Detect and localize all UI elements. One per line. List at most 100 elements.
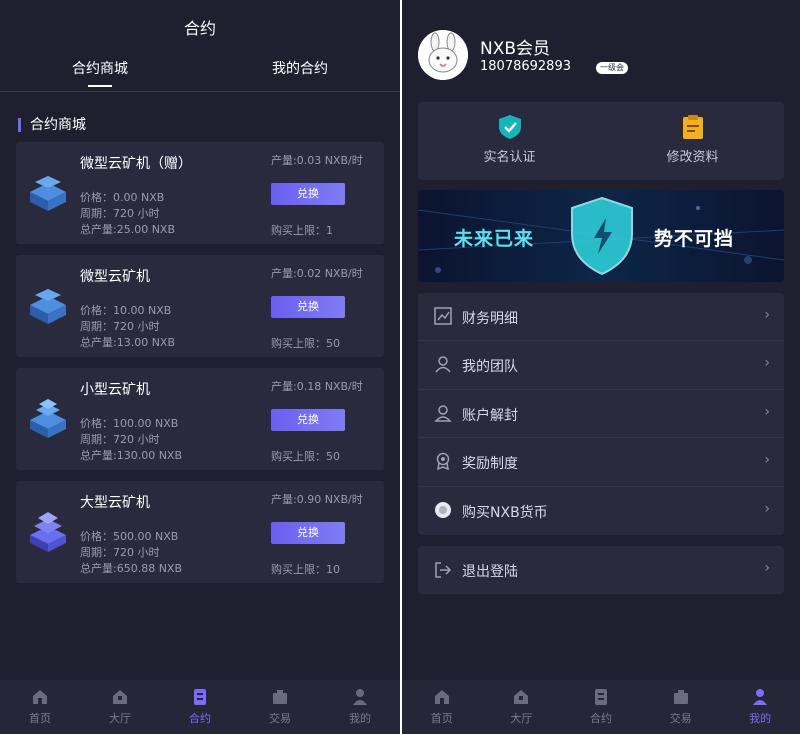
user-icon: [353, 689, 367, 705]
tab-my-contracts[interactable]: 我的合约: [200, 58, 400, 91]
chevron-right-icon: ›: [764, 500, 770, 517]
menu-item-team[interactable]: 我的团队 ›: [418, 341, 784, 390]
menu-label: 奖励制度: [462, 456, 518, 473]
contract-icon: [194, 689, 206, 705]
nav-label: 交易: [669, 712, 692, 725]
nav-hall[interactable]: 大厅: [80, 680, 160, 734]
logout-icon: [435, 562, 452, 578]
chevron-right-icon: ›: [764, 403, 770, 420]
quick-label: 实名认证: [483, 150, 536, 165]
miner-icon: [30, 399, 66, 438]
nav-hall[interactable]: 大厅: [482, 680, 562, 734]
contract-name: 微型云矿机（赠）: [80, 156, 192, 172]
settings-menu: 财务明细 › 我的团队 › 账户解封 › 奖励制度 › 购买NXB货币 ›: [418, 293, 784, 535]
trade-icon: [673, 690, 688, 704]
chevron-right-icon: ›: [764, 560, 770, 576]
tab-contract-mall[interactable]: 合约商城: [0, 58, 200, 91]
contract-output: 产量:0.03 NXB/时: [271, 154, 363, 167]
contract-price: 价格：500.00 NXB: [80, 530, 179, 543]
exchange-button[interactable]: 兑换: [271, 409, 345, 431]
edit-profile-button[interactable]: 修改资料: [601, 102, 784, 180]
miner-icon: [30, 176, 66, 211]
menu-item-rewards[interactable]: 奖励制度 ›: [418, 438, 784, 487]
contract-output: 产量:0.18 NXB/时: [271, 380, 363, 393]
contract-price: 价格：10.00 NXB: [80, 304, 172, 317]
trade-icon: [273, 690, 287, 704]
contract-name: 微型云矿机: [80, 269, 150, 285]
exchange-button[interactable]: 兑换: [271, 183, 345, 205]
contract-period: 周期：720 小时: [80, 320, 160, 333]
contract-card: 微型云矿机（赠） 价格：0.00 NXB 周期：720 小时 总产量:25.00…: [16, 142, 384, 244]
avatar[interactable]: [418, 30, 468, 80]
nav-home[interactable]: 首页: [402, 680, 482, 734]
home-icon: [33, 690, 47, 704]
banner-right-text: 势不可挡: [654, 228, 735, 250]
level-badge: 一级会: [596, 62, 628, 74]
contract-output: 产量:0.90 NXB/时: [271, 493, 363, 506]
contract-card: 微型云矿机 价格：10.00 NXB 周期：720 小时 总产量:13.00 N…: [16, 255, 384, 357]
nav-home[interactable]: 首页: [0, 680, 80, 734]
shield-icon: [571, 196, 633, 276]
nav-label: 首页: [29, 712, 51, 725]
menu-label: 购买NXB货币: [462, 504, 548, 521]
page-title: 合约: [183, 19, 216, 38]
exchange-button[interactable]: 兑换: [271, 522, 345, 544]
contract-output: 产量:0.02 NXB/时: [271, 267, 363, 280]
nav-contract[interactable]: 合约: [561, 680, 641, 734]
profile-screen: NXB会员 18078692893 一级会 实名认证 修改资料 未来已来 势不可…: [402, 0, 800, 734]
nav-label: 大厅: [510, 712, 533, 725]
nav-label: 合约: [189, 712, 211, 725]
menu-label: 账户解封: [462, 407, 518, 424]
contract-total: 总产量:13.00 NXB: [80, 336, 176, 349]
user-profile: NXB会员 18078692893 一级会: [418, 30, 778, 80]
nav-label: 合约: [589, 712, 612, 725]
shield-check-icon: [498, 115, 521, 139]
contract-total: 总产量:650.88 NXB: [80, 562, 183, 575]
chevron-right-icon: ›: [764, 307, 770, 323]
chevron-right-icon: ›: [764, 452, 770, 469]
contract-period: 周期：720 小时: [80, 207, 160, 220]
user-icon: [753, 689, 768, 705]
banner-left-text: 未来已来: [454, 228, 535, 250]
purchase-limit: 购买上限：1: [271, 224, 333, 237]
user-name: NXB会员: [480, 39, 551, 59]
nav-mine[interactable]: 我的: [720, 680, 800, 734]
miner-icon: [30, 512, 66, 552]
menu-item-buy-nxb[interactable]: 购买NXB货币 ›: [418, 487, 784, 535]
nav-label: 首页: [430, 712, 453, 725]
nav-trade[interactable]: 交易: [240, 680, 320, 734]
purchase-limit: 购买上限：50: [271, 450, 340, 463]
contract-screen: 合约 合约商城 我的合约 合约商城 微型云矿机（赠） 价格：0.00 NXB 周…: [0, 0, 400, 734]
logout-button[interactable]: 退出登陆 ›: [418, 546, 784, 594]
nav-mine[interactable]: 我的: [320, 680, 400, 734]
contract-total: 总产量:130.00 NXB: [80, 449, 183, 462]
menu-label: 财务明细: [462, 311, 518, 327]
promo-banner[interactable]: 未来已来 势不可挡: [418, 190, 784, 282]
rabbit-avatar-icon: [418, 30, 468, 80]
verify-button[interactable]: 实名认证: [418, 102, 601, 180]
contract-name: 大型云矿机: [80, 495, 150, 511]
nav-label: 我的: [349, 712, 371, 725]
contract-total: 总产量:25.00 NXB: [80, 223, 176, 236]
menu-item-unlock[interactable]: 账户解封 ›: [418, 390, 784, 439]
nav-contract[interactable]: 合约: [160, 680, 240, 734]
purchase-limit: 购买上限：50: [271, 337, 340, 350]
purchase-limit: 购买上限：10: [271, 563, 340, 576]
coin-icon: [435, 501, 451, 518]
exchange-button[interactable]: 兑换: [271, 296, 345, 318]
nav-label: 大厅: [109, 712, 131, 725]
contract-card: 大型云矿机 价格：500.00 NXB 周期：720 小时 总产量:650.88…: [16, 481, 384, 583]
contract-period: 周期：720 小时: [80, 546, 160, 559]
hall-icon: [514, 690, 529, 704]
quick-actions: 实名认证 修改资料: [418, 102, 784, 180]
contract-price: 价格：0.00 NXB: [80, 191, 165, 204]
hall-icon: [113, 690, 127, 704]
nav-trade[interactable]: 交易: [641, 680, 721, 734]
menu-item-finance[interactable]: 财务明细 ›: [418, 293, 784, 342]
contract-name: 小型云矿机: [80, 382, 150, 398]
award-icon: [436, 452, 450, 471]
contract-icon: [594, 689, 607, 705]
contract-list: 微型云矿机（赠） 价格：0.00 NXB 周期：720 小时 总产量:25.00…: [0, 142, 400, 583]
team-icon: [435, 356, 451, 373]
nav-label: 我的: [749, 712, 772, 725]
